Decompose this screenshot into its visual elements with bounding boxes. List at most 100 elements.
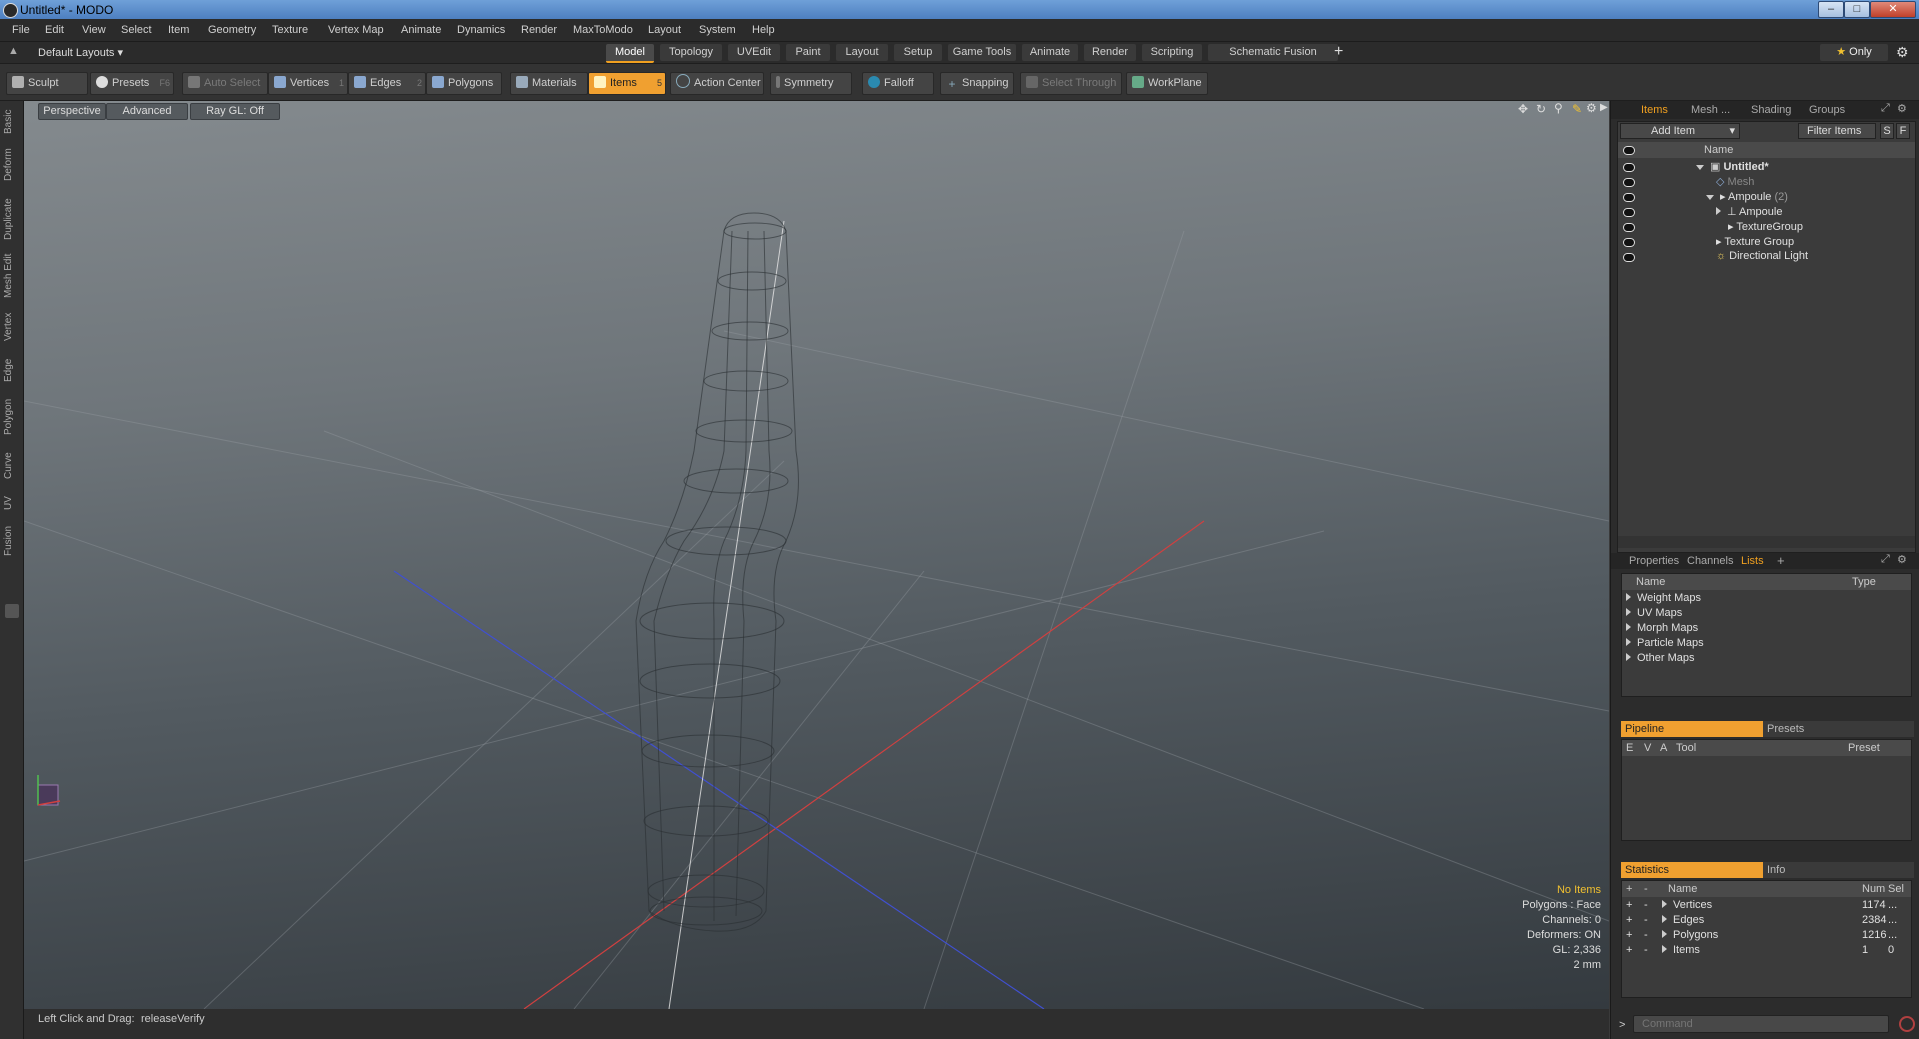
panel-expand-icon[interactable]: ⤢	[1881, 102, 1890, 115]
item-row-ampoule-group[interactable]: ▸ Ampoule (2)	[1618, 190, 1915, 205]
visibility-eye-icon[interactable]	[1623, 193, 1635, 202]
vtab-vertex[interactable]: Vertex	[3, 307, 20, 347]
add-item-dropdown[interactable]: Add Item ▾	[1620, 123, 1740, 139]
maximize-button[interactable]: □	[1844, 1, 1870, 18]
expand-triangle-icon[interactable]	[1626, 653, 1631, 661]
gear-icon[interactable]: ⚙	[1896, 44, 1909, 61]
menu-dynamics[interactable]: Dynamics	[457, 24, 505, 36]
add-icon[interactable]: +	[1626, 899, 1632, 911]
menu-render[interactable]: Render	[521, 24, 557, 36]
items-scrollbar[interactable]	[1618, 536, 1915, 548]
select-through-button[interactable]: Select Through	[1020, 72, 1122, 95]
tab-paint[interactable]: Paint	[786, 44, 830, 61]
tab-lists[interactable]: Lists	[1741, 555, 1764, 567]
menu-geometry[interactable]: Geometry	[208, 24, 256, 36]
item-row-texturegroup[interactable]: ▸ TextureGroup	[1618, 220, 1915, 235]
visibility-eye-icon[interactable]	[1623, 208, 1635, 217]
visibility-eye-icon[interactable]	[1623, 163, 1635, 172]
tab-groups[interactable]: Groups	[1809, 104, 1845, 116]
viewport-settings-icon[interactable]: ⚙	[1586, 101, 1597, 115]
visibility-eye-icon[interactable]	[1623, 223, 1635, 232]
tab-uvedit[interactable]: UVEdit	[728, 44, 780, 61]
menu-maxtomodo[interactable]: MaxToModo	[573, 24, 633, 36]
visibility-eye-icon[interactable]	[1623, 178, 1635, 187]
menu-item[interactable]: Item	[168, 24, 189, 36]
remove-icon[interactable]: -	[1644, 914, 1648, 926]
visibility-eye-icon[interactable]	[1623, 253, 1635, 262]
sculpt-button[interactable]: Sculpt	[6, 72, 88, 95]
item-row-scene[interactable]: ▣ Untitled*	[1618, 160, 1915, 175]
remove-icon[interactable]: -	[1644, 929, 1648, 941]
f-toggle-button[interactable]: F	[1896, 123, 1910, 139]
vtab-fusion[interactable]: Fusion	[3, 521, 20, 561]
list-item-particle-maps[interactable]: Particle Maps	[1626, 637, 1704, 649]
remove-icon[interactable]: -	[1644, 899, 1648, 911]
add-icon[interactable]: +	[1626, 944, 1632, 956]
tab-scripting[interactable]: Scripting	[1142, 44, 1202, 61]
polygons-button[interactable]: Polygons	[426, 72, 502, 95]
pan-icon[interactable]: ✥	[1518, 102, 1528, 116]
zoom-icon[interactable]: ⚲	[1554, 101, 1563, 115]
tab-statistics[interactable]: Statistics	[1621, 862, 1765, 878]
close-button[interactable]: ✕	[1870, 1, 1916, 18]
menu-animate[interactable]: Animate	[401, 24, 441, 36]
tab-info[interactable]: Info	[1763, 862, 1914, 878]
expand-triangle-icon[interactable]	[1662, 915, 1667, 923]
menu-layout[interactable]: Layout	[648, 24, 681, 36]
vtab-curve[interactable]: Curve	[3, 447, 20, 485]
layout-menu-icon[interactable]: ▲	[8, 45, 19, 57]
materials-button[interactable]: Materials	[510, 72, 588, 95]
expand-triangle-icon[interactable]	[1696, 165, 1704, 170]
s-toggle-button[interactable]: S	[1880, 123, 1894, 139]
list-item-morph-maps[interactable]: Morph Maps	[1626, 622, 1698, 634]
presets-button[interactable]: Presets F6	[90, 72, 174, 95]
add-all-icon[interactable]: +	[1626, 881, 1632, 897]
tab-setup[interactable]: Setup	[894, 44, 942, 61]
vertices-button[interactable]: Vertices 1	[268, 72, 348, 95]
add-tab-icon[interactable]: +	[1777, 553, 1785, 568]
vtab-basic[interactable]: Basic	[3, 105, 20, 139]
tab-animate[interactable]: Animate	[1022, 44, 1078, 61]
expand-triangle-icon[interactable]	[1626, 608, 1631, 616]
vtab-edge[interactable]: Edge	[3, 353, 20, 387]
tab-properties[interactable]: Properties	[1629, 555, 1679, 567]
tab-presets[interactable]: Presets	[1763, 721, 1914, 737]
items-button[interactable]: Items 5	[588, 72, 666, 95]
panel-expand-icon[interactable]: ⤢	[1881, 553, 1890, 566]
item-row-ampoule[interactable]: ⊥ Ampoule	[1618, 205, 1915, 220]
item-row-texture-group[interactable]: ▸ Texture Group	[1618, 235, 1915, 250]
visibility-eye-icon[interactable]	[1623, 238, 1635, 247]
edges-button[interactable]: Edges 2	[348, 72, 426, 95]
remove-all-icon[interactable]: -	[1644, 881, 1648, 897]
add-icon[interactable]: +	[1626, 929, 1632, 941]
menu-texture[interactable]: Texture	[272, 24, 308, 36]
tab-shading[interactable]: Shading	[1751, 104, 1791, 116]
vtab-uv[interactable]: UV	[3, 491, 20, 515]
3d-viewport[interactable]: Perspective Advanced Ray GL: Off ✥ ↻ ⚲ ✎…	[24, 101, 1609, 1009]
collapse-triangle-icon[interactable]	[1716, 207, 1721, 215]
workplane-button[interactable]: WorkPlane	[1126, 72, 1208, 95]
menu-edit[interactable]: Edit	[45, 24, 64, 36]
add-icon[interactable]: +	[1626, 914, 1632, 926]
item-row-mesh[interactable]: ◇ Mesh	[1618, 175, 1915, 190]
layout-selector[interactable]: Default Layouts ▾	[38, 46, 123, 59]
list-item-other-maps[interactable]: Other Maps	[1626, 652, 1694, 664]
record-icon[interactable]	[1899, 1016, 1915, 1032]
perspective-view-button[interactable]: Perspective	[38, 103, 106, 120]
filter-items-field[interactable]: Filter Items	[1798, 123, 1876, 139]
menu-system[interactable]: System	[699, 24, 736, 36]
tab-topology[interactable]: Topology	[660, 44, 722, 61]
tab-mesh-ops[interactable]: Mesh ...	[1691, 104, 1730, 116]
advanced-mode-button[interactable]: Advanced	[106, 103, 188, 120]
auto-select-button[interactable]: Auto Select	[182, 72, 268, 95]
tab-model[interactable]: Model	[606, 44, 654, 63]
only-button[interactable]: ★ Only	[1820, 44, 1888, 61]
viewport-expand-icon[interactable]: ▶	[1600, 102, 1608, 113]
snapping-button[interactable]: + Snapping	[940, 72, 1014, 95]
tab-game-tools[interactable]: Game Tools	[948, 44, 1016, 61]
tab-layout[interactable]: Layout	[836, 44, 888, 61]
tab-pipeline[interactable]: Pipeline	[1621, 721, 1765, 737]
tab-channels[interactable]: Channels	[1687, 555, 1733, 567]
menu-file[interactable]: File	[12, 24, 30, 36]
vtab-polygon[interactable]: Polygon	[3, 393, 20, 441]
